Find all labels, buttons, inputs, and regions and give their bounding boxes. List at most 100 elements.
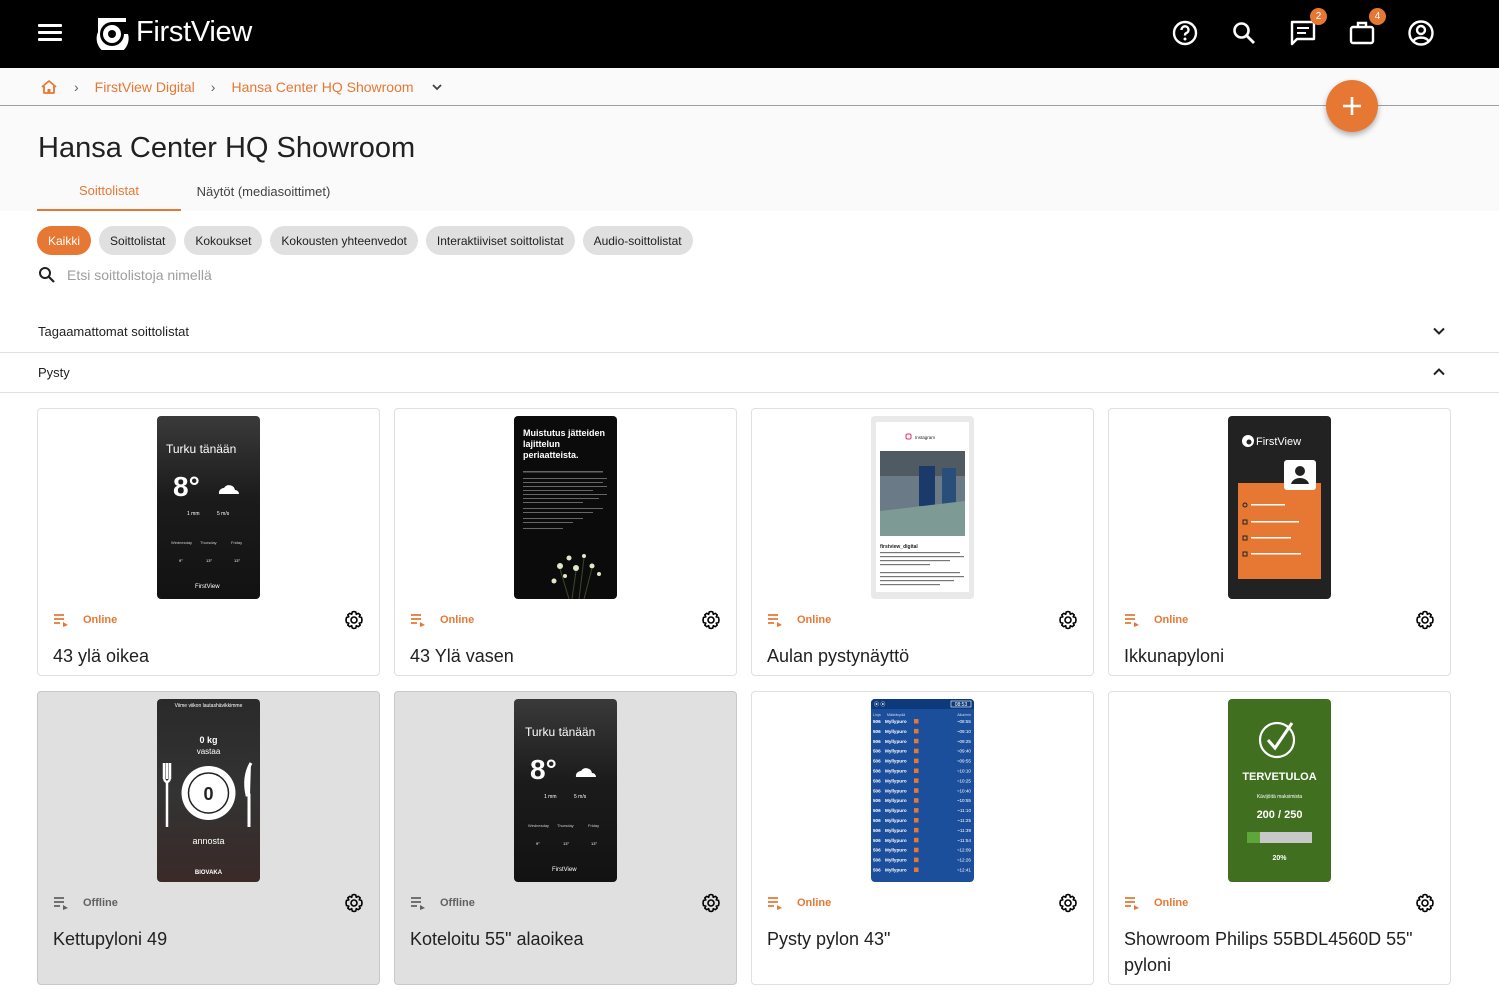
playlist-name: Aulan pystynäyttö xyxy=(767,646,910,666)
chip-audio[interactable]: Audio-soittolistat xyxy=(582,226,693,255)
gear-icon[interactable] xyxy=(344,893,364,913)
playlist-card[interactable]: Turku tänään 8° 1 mm 5 m/s Wednesday Thu… xyxy=(394,691,737,985)
weather-temp: 8° xyxy=(530,754,557,785)
playlist-card[interactable]: Viime viikon lautashävikkimme 0 kg vasta… xyxy=(37,691,380,985)
timetable-destination: Myllypuro xyxy=(885,848,907,853)
weather-day: Thursday xyxy=(557,823,574,828)
timetable-col-line: Linja xyxy=(873,713,881,717)
playlist-card[interactable]: Turku tänään 8° 1 mm 5 m/s Wednesday Thu… xyxy=(37,408,380,676)
timetable-row: 506 Myllypuro ~12:09 xyxy=(873,847,971,853)
search-button[interactable] xyxy=(1225,14,1262,51)
tab-naytot[interactable]: Näytöt (mediasoittimet) xyxy=(181,172,346,211)
timetable-time: ~11:39 xyxy=(957,828,971,833)
playlist-thumbnail: Turku tänään 8° 1 mm 5 m/s Wednesday Thu… xyxy=(157,416,260,599)
timetable-time: ~12:26 xyxy=(957,858,972,863)
weather-preview: Turku tänään 8° 1 mm 5 m/s Wednesday Thu… xyxy=(166,442,242,590)
card-status-row: Online xyxy=(410,607,721,633)
playlist-card[interactable]: TERVETULOA Kävijöitä maksimista 200 / 25… xyxy=(1108,691,1451,985)
waste-preview: Viime viikon lautashävikkimme 0 kg vasta… xyxy=(162,703,253,876)
welcome-sub: Kävijöitä maksimista xyxy=(1257,794,1303,800)
metro-icon xyxy=(914,827,919,833)
search-input[interactable] xyxy=(67,267,467,283)
card-status-row: Online xyxy=(53,607,364,633)
metro-icon xyxy=(914,738,919,744)
metro-icon xyxy=(914,798,919,803)
timetable-preview: ⦿ ⦿ 08:53 Linja Määränpää Aika/min 506 My… xyxy=(871,699,974,873)
playlist-icon xyxy=(54,897,68,910)
playlist-card[interactable]: Instagram firstview_digital Online Aulan… xyxy=(751,408,1094,676)
gear-icon[interactable] xyxy=(1058,893,1078,913)
chip-kokousten-yhteenvedot[interactable]: Kokousten yhteenvedot xyxy=(270,226,418,255)
tab-bar: Soittolistat Näytöt (mediasoittimet) xyxy=(37,172,346,211)
chevron-down-icon[interactable] xyxy=(1431,323,1447,339)
playlist-card[interactable]: ⦿ ⦿ 08:53 Linja Määränpää Aika/min 506 My… xyxy=(751,691,1094,985)
timetable-destination: Myllypuro xyxy=(885,739,907,744)
waste-header: Viime viikon lautashävikkimme xyxy=(175,703,243,709)
timetable-destination: Myllypuro xyxy=(885,759,907,764)
account-button[interactable] xyxy=(1402,14,1439,51)
breadcrumb-current-location[interactable]: Hansa Center HQ Showroom xyxy=(231,79,413,95)
contact-preview: FirstView xyxy=(1238,435,1321,579)
welcome-percent: 20% xyxy=(1272,855,1287,862)
weather-day-temp: 13° xyxy=(206,558,212,563)
waste-brand: BIOVAKA xyxy=(195,870,223,876)
chip-kokoukset[interactable]: Kokoukset xyxy=(184,226,263,255)
gear-icon[interactable] xyxy=(1415,610,1435,630)
waste-unit: annosta xyxy=(192,836,224,846)
firstview-logo[interactable]: FirstView xyxy=(94,12,252,52)
page-title: Hansa Center HQ Showroom xyxy=(38,132,416,164)
timetable-line: 506 xyxy=(873,858,881,863)
chip-interaktiiviset[interactable]: Interaktiiviset soittolistat xyxy=(425,226,575,255)
metro-icon xyxy=(914,857,919,863)
home-icon[interactable] xyxy=(40,78,58,96)
search-bar xyxy=(38,264,538,286)
chip-soittolistat[interactable]: Soittolistat xyxy=(99,226,177,255)
timetable-time: ~09:40 xyxy=(957,749,972,754)
card-status-row: Online xyxy=(1124,607,1435,633)
timetable-row: 506 Myllypuro ~08:55 xyxy=(873,719,971,724)
capacity-bar-fill xyxy=(1247,832,1260,843)
timetable-time: ~12:41 xyxy=(957,868,972,873)
waste-count: 0 xyxy=(203,784,213,804)
playlist-thumbnail: Muistutus jätteiden lajittelun periaatte… xyxy=(514,416,617,599)
timetable-line: 506 xyxy=(873,729,881,734)
timetable-line: 506 xyxy=(873,739,881,744)
timetable-destination: Myllypuro xyxy=(885,868,907,873)
add-button[interactable] xyxy=(1326,80,1378,132)
playlist-card[interactable]: FirstView Online Ikkunapyloni xyxy=(1108,408,1451,676)
playlist-card[interactable]: Muistutus jätteiden lajittelun periaatte… xyxy=(394,408,737,676)
hamburger-menu-button[interactable] xyxy=(38,20,68,48)
playlist-thumbnail: TERVETULOA Kävijöitä maksimista 200 / 25… xyxy=(1228,699,1331,882)
breadcrumb-firstview-digital[interactable]: FirstView Digital xyxy=(95,79,195,95)
briefcase-button[interactable]: 4 xyxy=(1343,8,1386,51)
section-pysty[interactable]: Pysty xyxy=(0,352,1499,392)
playlist-icon xyxy=(54,614,68,627)
gear-icon[interactable] xyxy=(344,610,364,630)
metro-icon xyxy=(914,847,919,853)
section-tagaamattomat[interactable]: Tagaamattomat soittolistat xyxy=(0,311,1499,351)
weather-day-temp: 13° xyxy=(563,841,569,846)
playlist-name: Ikkunapyloni xyxy=(1124,646,1225,666)
gear-icon[interactable] xyxy=(701,893,721,913)
timetable-line: 506 xyxy=(873,778,881,783)
timetable-line: 506 xyxy=(873,719,881,724)
welcome-preview: TERVETULOA Kävijöitä maksimista 200 / 25… xyxy=(1242,721,1317,862)
chevron-down-icon[interactable] xyxy=(430,80,444,94)
timetable-col-time: Aika/min xyxy=(957,713,971,717)
weather-day: Thursday xyxy=(200,540,217,545)
help-button[interactable] xyxy=(1166,14,1203,51)
timetable-row: 506 Myllypuro ~10:10 xyxy=(873,768,971,774)
playlist-icon xyxy=(768,897,782,910)
timetable-row: 506 Myllypuro ~11:10 xyxy=(873,808,971,813)
timetable-clock: 08:53 xyxy=(955,702,968,708)
chip-kaikki[interactable]: Kaikki xyxy=(37,226,92,255)
tab-soittolistat[interactable]: Soittolistat xyxy=(37,172,181,211)
timetable-row: 506 Myllypuro ~12:26 xyxy=(873,857,972,863)
messages-button[interactable]: 2 xyxy=(1284,8,1327,51)
timetable-destination: Myllypuro xyxy=(885,769,907,774)
gear-icon[interactable] xyxy=(1058,610,1078,630)
chevron-up-icon[interactable] xyxy=(1431,364,1447,380)
status-label: Offline xyxy=(83,897,118,909)
gear-icon[interactable] xyxy=(1415,893,1435,913)
gear-icon[interactable] xyxy=(701,610,721,630)
